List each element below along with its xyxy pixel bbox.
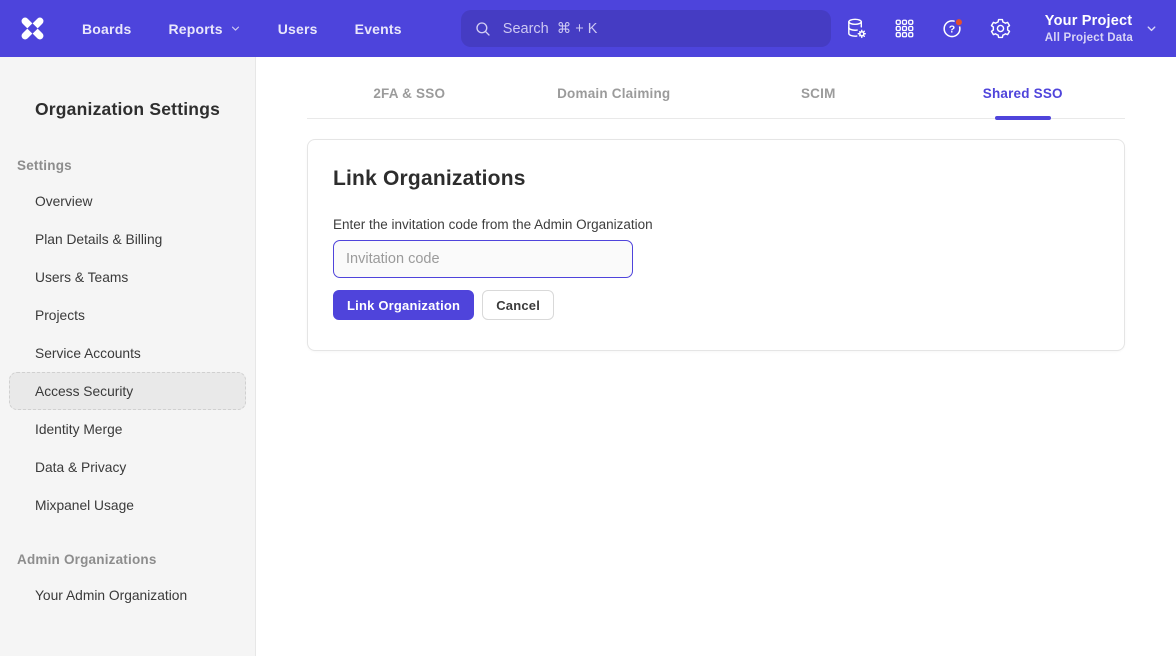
active-tab-underline: [995, 116, 1051, 120]
sidebar-section-label-admin-organizations: Admin Organizations: [17, 552, 255, 567]
data-management-icon: [845, 17, 868, 40]
apps-grid-icon-button[interactable]: [893, 17, 917, 41]
nav-item-label: Reports: [168, 21, 222, 37]
search-icon: [474, 20, 492, 38]
org-settings-sidebar: Organization Settings Settings Overview Pl…: [0, 57, 256, 656]
notification-dot: [955, 18, 962, 25]
sidebar-item-data-privacy[interactable]: Data & Privacy: [9, 448, 246, 486]
help-icon: ?: [941, 17, 964, 40]
tab-domain-claiming[interactable]: Domain Claiming: [512, 86, 717, 118]
settings-gear-icon-button[interactable]: [989, 17, 1013, 41]
tab-scim[interactable]: SCIM: [716, 86, 921, 118]
chevron-down-icon: [230, 23, 241, 34]
sidebar-item-label: Data & Privacy: [35, 460, 126, 475]
tab-label: SCIM: [801, 86, 836, 101]
tab-label: Domain Claiming: [557, 86, 670, 101]
chevron-down-icon: [1145, 22, 1158, 35]
nav-item-users[interactable]: Users: [278, 21, 318, 37]
sidebar-item-label: Overview: [35, 194, 93, 209]
sidebar-item-overview[interactable]: Overview: [9, 182, 246, 220]
apps-grid-icon: [893, 17, 916, 40]
sidebar-item-identity-merge[interactable]: Identity Merge: [9, 410, 246, 448]
nav-item-reports[interactable]: Reports: [168, 21, 240, 37]
settings-gear-icon: [989, 17, 1012, 40]
sidebar-item-label: Your Admin Organization: [35, 588, 187, 603]
card-button-row: Link Organization Cancel: [333, 290, 1099, 320]
svg-text:?: ?: [949, 23, 955, 35]
sidebar-item-access-security[interactable]: Access Security: [9, 372, 246, 410]
nav-item-events[interactable]: Events: [355, 21, 402, 37]
sidebar-item-label: Identity Merge: [35, 422, 122, 437]
sidebar-item-list: Your Admin Organization: [0, 576, 255, 614]
sidebar-item-label: Access Security: [35, 384, 133, 399]
sidebar-item-label: Users & Teams: [35, 270, 128, 285]
sidebar-title: Organization Settings: [0, 99, 255, 120]
invitation-code-label: Enter the invitation code from the Admin…: [333, 217, 1099, 232]
sidebar-section-label-settings: Settings: [17, 158, 255, 173]
sidebar-item-service-accounts[interactable]: Service Accounts: [9, 334, 246, 372]
nav-item-label: Users: [278, 21, 318, 37]
data-management-icon-button[interactable]: [845, 17, 869, 41]
project-name: Your Project: [1045, 13, 1133, 29]
sidebar-item-list: Overview Plan Details & Billing Users & Te…: [0, 182, 255, 524]
tab-bar: 2FA & SSO Domain Claiming SCIM Shared SSO: [307, 86, 1125, 119]
navbar-right-actions: ? Your Project All Project Data: [845, 13, 1158, 44]
nav-item-boards[interactable]: Boards: [82, 21, 131, 37]
project-selector-text: Your Project All Project Data: [1045, 13, 1133, 44]
nav-item-label: Events: [355, 21, 402, 37]
card-title: Link Organizations: [333, 167, 1099, 191]
sidebar-sections: Settings Overview Plan Details & Billing Us…: [0, 158, 255, 614]
sidebar-item-plan-details-billing[interactable]: Plan Details & Billing: [9, 220, 246, 258]
project-subtitle: All Project Data: [1045, 32, 1133, 44]
cancel-button[interactable]: Cancel: [482, 290, 554, 320]
invitation-code-input[interactable]: [333, 240, 633, 278]
sidebar-item-mixpanel-usage[interactable]: Mixpanel Usage: [9, 486, 246, 524]
search-input[interactable]: [503, 21, 818, 37]
sidebar-item-label: Plan Details & Billing: [35, 232, 162, 247]
sidebar-item-label: Service Accounts: [35, 346, 141, 361]
help-icon-button[interactable]: ?: [941, 17, 965, 41]
project-selector[interactable]: Your Project All Project Data: [1045, 13, 1158, 44]
link-organizations-card: Link Organizations Enter the invitation …: [307, 139, 1125, 351]
main-nav: Boards Reports Users Events: [82, 21, 439, 37]
sidebar-item-users-teams[interactable]: Users & Teams: [9, 258, 246, 296]
nav-item-label: Boards: [82, 21, 131, 37]
tab-label: Shared SSO: [983, 86, 1063, 101]
mixpanel-logo[interactable]: [16, 13, 48, 45]
sidebar-item-label: Mixpanel Usage: [35, 498, 134, 513]
sidebar-item-your-admin-organization[interactable]: Your Admin Organization: [9, 576, 246, 614]
sidebar-item-label: Projects: [35, 308, 85, 323]
tab-2fa-sso[interactable]: 2FA & SSO: [307, 86, 512, 118]
tab-shared-sso[interactable]: Shared SSO: [921, 86, 1126, 118]
top-navbar: Boards Reports Users Events: [0, 0, 1176, 57]
link-organization-button[interactable]: Link Organization: [333, 290, 474, 320]
sidebar-item-projects[interactable]: Projects: [9, 296, 246, 334]
search-bar[interactable]: [461, 10, 831, 47]
tab-label: 2FA & SSO: [373, 86, 445, 101]
mixpanel-logo-icon: [19, 15, 46, 42]
